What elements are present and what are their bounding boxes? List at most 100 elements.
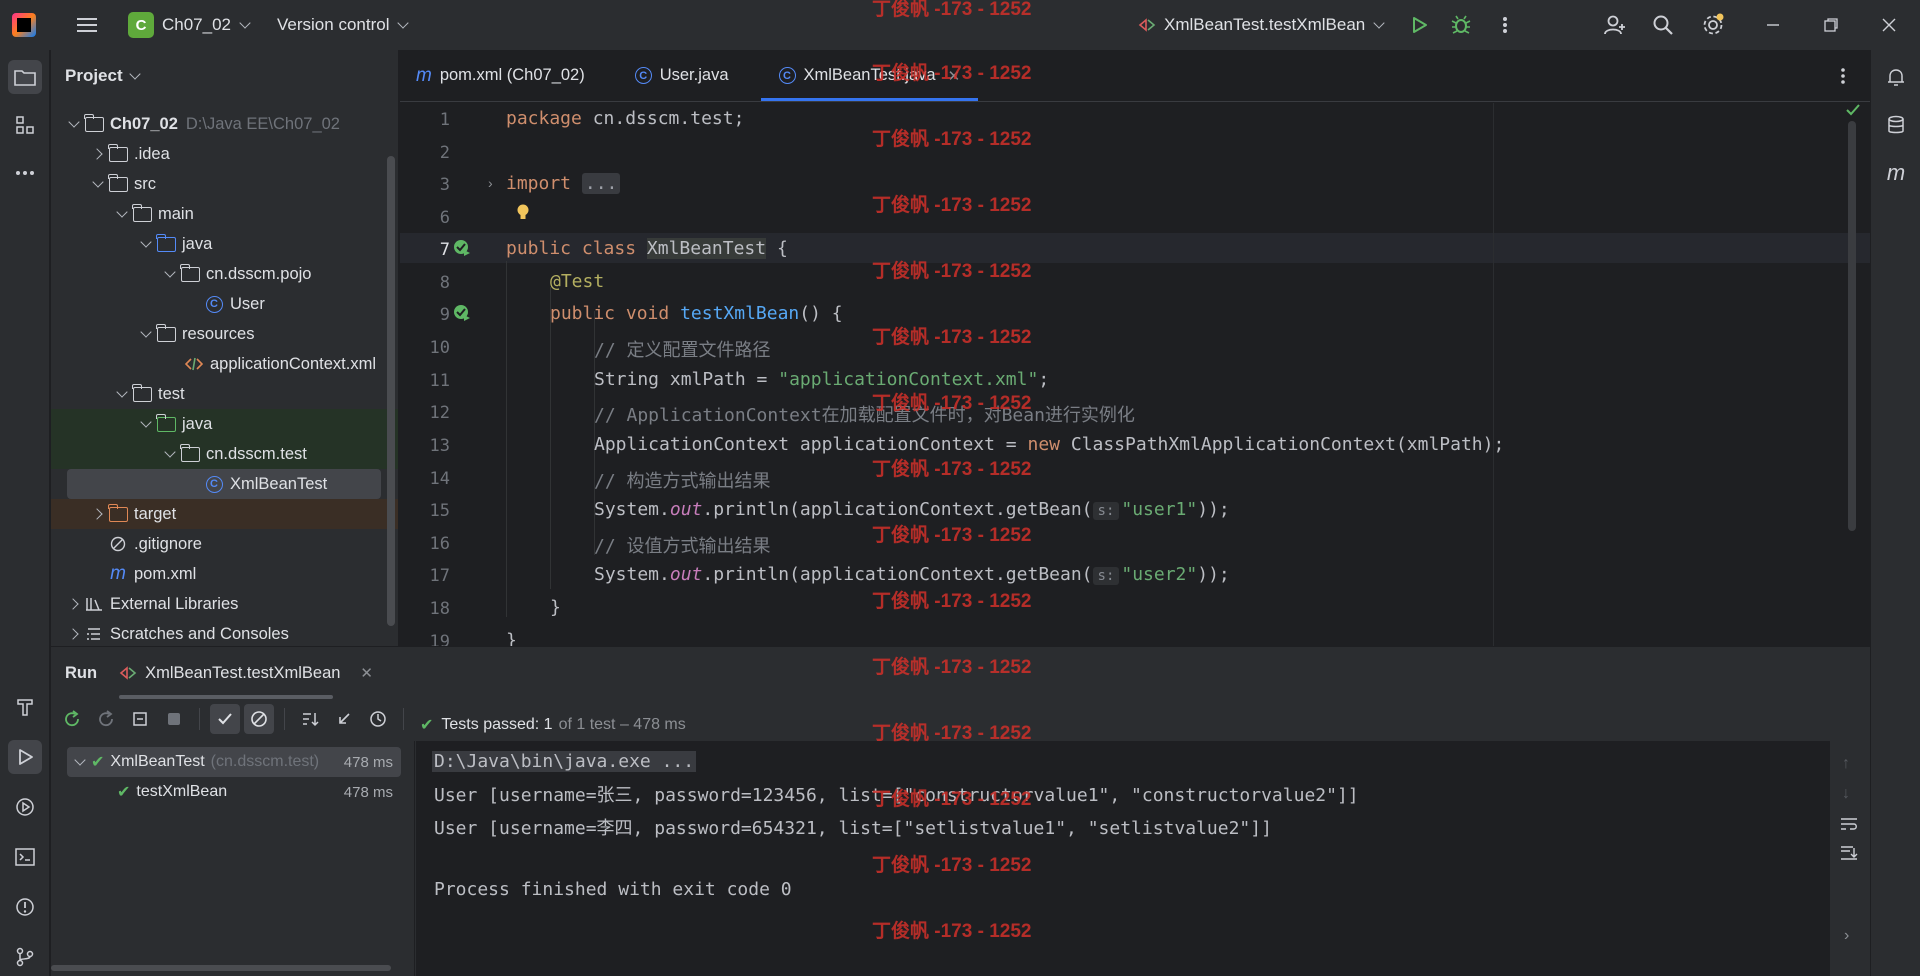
more-tools-icon[interactable] xyxy=(8,156,42,190)
project-selector[interactable]: C Ch07_02 xyxy=(120,8,257,42)
services-icon[interactable] xyxy=(8,790,42,824)
right-tool-strip: m xyxy=(1870,50,1920,976)
code-editor[interactable]: 1 2 3 6 7 8 9 10 11 12 13 14 15 16 17 18… xyxy=(400,103,1870,646)
scroll-to-end-icon[interactable] xyxy=(1840,845,1858,866)
static-field-token: out xyxy=(669,499,703,520)
tree-item-scratches[interactable]: Scratches and Consoles xyxy=(51,619,381,646)
chevron-right-icon xyxy=(91,508,103,520)
test-case-row[interactable]: ✔ testXmlBean 478 ms xyxy=(67,777,401,807)
tree-item-project-root[interactable]: Ch07_02 D:\Java EE\Ch07_02 xyxy=(51,109,381,139)
structure-icon[interactable] xyxy=(8,108,42,142)
sort-icon[interactable] xyxy=(295,704,325,734)
test-name: testXmlBean xyxy=(136,783,228,800)
tree-item-test-package[interactable]: cn.dsscm.test xyxy=(51,439,398,469)
restore-icon[interactable] xyxy=(1814,8,1848,42)
tree-item-gitignore[interactable]: .gitignore xyxy=(51,529,381,559)
chevron-down-icon xyxy=(116,386,128,398)
run-tool-icon[interactable] xyxy=(8,740,42,774)
folded-imports[interactable]: ... xyxy=(581,173,621,194)
tree-item-user-class[interactable]: C User xyxy=(51,289,381,319)
tree-item-test-java[interactable]: java xyxy=(51,409,398,439)
chevron-down-icon xyxy=(140,416,152,428)
annotation-token: @Test xyxy=(550,271,605,292)
project-tool-folder-icon[interactable] xyxy=(8,60,42,94)
close-tab-icon[interactable]: ✕ xyxy=(948,67,961,85)
run-icon[interactable] xyxy=(1402,8,1436,42)
tree-item-src[interactable]: src xyxy=(51,169,381,199)
right-margin-guide xyxy=(1493,103,1494,646)
rerun-icon[interactable] xyxy=(57,704,87,734)
project-panel-header[interactable]: Project xyxy=(51,50,398,102)
run-config-selector[interactable]: XmlBeanTest.testXmlBean xyxy=(1130,8,1391,42)
chevron-down-icon xyxy=(164,446,176,458)
chevron-right-icon[interactable]: › xyxy=(1844,927,1849,945)
tree-item-label: .gitignore xyxy=(134,534,202,553)
lightbulb-icon[interactable] xyxy=(516,203,530,223)
line-number: 14 xyxy=(429,469,450,489)
close-tab-icon[interactable]: ✕ xyxy=(360,664,373,682)
source-folder-icon xyxy=(155,233,176,252)
stop-icon[interactable] xyxy=(159,704,189,734)
fold-expand-icon[interactable]: › xyxy=(488,175,493,191)
settings-gear-icon[interactable] xyxy=(1696,8,1730,42)
test-tree-scrollbar[interactable] xyxy=(51,965,391,971)
main-menu-icon[interactable] xyxy=(70,8,104,42)
add-user-icon[interactable] xyxy=(1598,8,1632,42)
rerun-failed-icon[interactable] xyxy=(91,704,121,734)
show-passed-check-icon[interactable] xyxy=(210,704,240,734)
run-panel-title: Run xyxy=(65,663,98,682)
close-window-icon[interactable] xyxy=(1872,8,1906,42)
tree-item-external-libraries[interactable]: External Libraries xyxy=(51,589,381,619)
class-icon: C xyxy=(634,67,652,84)
tree-item-main-java[interactable]: java xyxy=(51,229,381,259)
git-branch-icon[interactable] xyxy=(8,940,42,974)
project-scrollbar[interactable] xyxy=(387,156,395,626)
build-hammer-icon[interactable] xyxy=(8,690,42,724)
folder-icon xyxy=(107,173,128,192)
tab-user-java[interactable]: C User.java xyxy=(617,50,747,101)
tree-item-target[interactable]: target xyxy=(51,499,398,529)
database-icon[interactable] xyxy=(1879,108,1913,142)
search-icon[interactable] xyxy=(1646,8,1680,42)
tab-pom-xml[interactable]: m pom.xml (Ch07_02) xyxy=(400,50,603,101)
chevron-down-icon xyxy=(239,17,251,29)
tab-xmlbeantest-java[interactable]: C XmlBeanTest.java ✕ xyxy=(760,50,979,101)
tree-item-idea[interactable]: .idea xyxy=(51,139,381,169)
test-history-clock-icon[interactable] xyxy=(363,704,393,734)
run-test-gutter-icon[interactable] xyxy=(452,238,472,258)
tree-item-main[interactable]: main xyxy=(51,199,381,229)
tree-item-xmlbeantest[interactable]: C XmlBeanTest xyxy=(67,469,381,499)
maven-icon[interactable]: m xyxy=(1879,156,1913,190)
tree-item-test[interactable]: test xyxy=(51,379,381,409)
problems-icon[interactable] xyxy=(8,890,42,924)
toggle-auto-test-icon[interactable] xyxy=(125,704,155,734)
line-number: 19 xyxy=(429,632,450,646)
show-ignored-icon[interactable] xyxy=(244,704,274,734)
soft-wrap-icon[interactable] xyxy=(1840,817,1858,836)
arrow-up-icon[interactable]: ↑ xyxy=(1842,755,1850,773)
version-control-menu[interactable]: Version control xyxy=(269,8,415,42)
test-suite-row[interactable]: ✔ XmlBeanTest (cn.dsscm.test) 478 ms xyxy=(67,747,401,777)
editor-scrollbar[interactable] xyxy=(1848,121,1856,531)
chevron-down-icon xyxy=(128,68,141,80)
run-test-gutter-icon[interactable] xyxy=(452,303,472,323)
import-tests-icon[interactable] xyxy=(329,704,359,734)
debug-icon[interactable] xyxy=(1444,8,1478,42)
more-actions-icon[interactable] xyxy=(1488,8,1522,42)
tree-item-resources[interactable]: resources xyxy=(51,319,381,349)
excluded-folder-icon xyxy=(107,503,128,522)
tree-item-label: java xyxy=(182,234,213,253)
tree-item-pom-xml[interactable]: m pom.xml xyxy=(51,559,381,589)
tree-item-applicationcontext-xml[interactable]: applicationContext.xml xyxy=(51,349,381,379)
terminal-icon[interactable] xyxy=(8,840,42,874)
run-tab-xmlbeantest[interactable]: XmlBeanTest.testXmlBean ✕ xyxy=(119,647,373,699)
tree-item-pojo-package[interactable]: cn.dsscm.pojo xyxy=(51,259,381,289)
console-output[interactable]: ✔ Tests passed: 1 of 1 test – 478 ms D:\… xyxy=(416,709,1870,976)
chevron-right-icon xyxy=(91,148,103,160)
code-token: import xyxy=(506,173,572,194)
editor-more-icon[interactable] xyxy=(1826,59,1860,93)
minimize-icon[interactable] xyxy=(1756,8,1790,42)
notifications-bell-icon[interactable] xyxy=(1879,60,1913,94)
maven-icon: m xyxy=(110,563,126,584)
arrow-down-icon[interactable]: ↓ xyxy=(1842,785,1850,803)
